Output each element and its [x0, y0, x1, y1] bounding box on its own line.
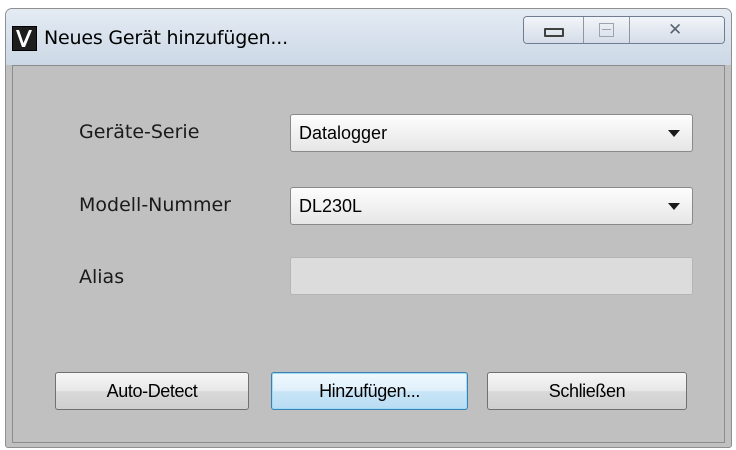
add-device-dialog: Neues Gerät hinzufügen... ✕ Geräte-Serie…	[5, 8, 732, 448]
dialog-body: Geräte-Serie Datalogger Modell-Nummer DL…	[12, 65, 725, 443]
maximize-button[interactable]	[584, 17, 630, 43]
close-icon: ✕	[668, 20, 683, 40]
title-bar[interactable]: Neues Gerät hinzufügen... ✕	[6, 9, 731, 65]
series-label: Geräte-Serie	[79, 121, 200, 143]
model-label: Modell-Nummer	[79, 194, 231, 216]
app-v-logo-icon	[12, 26, 37, 51]
maximize-icon	[599, 23, 614, 37]
add-button[interactable]: Hinzufügen...	[271, 372, 468, 410]
minimize-icon	[544, 28, 564, 37]
close-button[interactable]: Schließen	[487, 372, 687, 410]
alias-input[interactable]	[290, 257, 693, 295]
series-selected-value: Datalogger	[299, 123, 388, 143]
minimize-button[interactable]	[524, 17, 584, 43]
auto-detect-button[interactable]: Auto-Detect	[55, 372, 249, 410]
chevron-down-icon	[668, 203, 680, 210]
window-title: Neues Gerät hinzufügen...	[44, 27, 288, 49]
alias-label: Alias	[79, 266, 125, 288]
model-dropdown[interactable]: DL230L	[290, 187, 693, 225]
model-selected-value: DL230L	[299, 196, 363, 216]
caption-buttons: ✕	[523, 16, 725, 44]
close-window-button[interactable]: ✕	[630, 17, 724, 43]
chevron-down-icon	[668, 130, 680, 137]
series-dropdown[interactable]: Datalogger	[290, 114, 693, 152]
